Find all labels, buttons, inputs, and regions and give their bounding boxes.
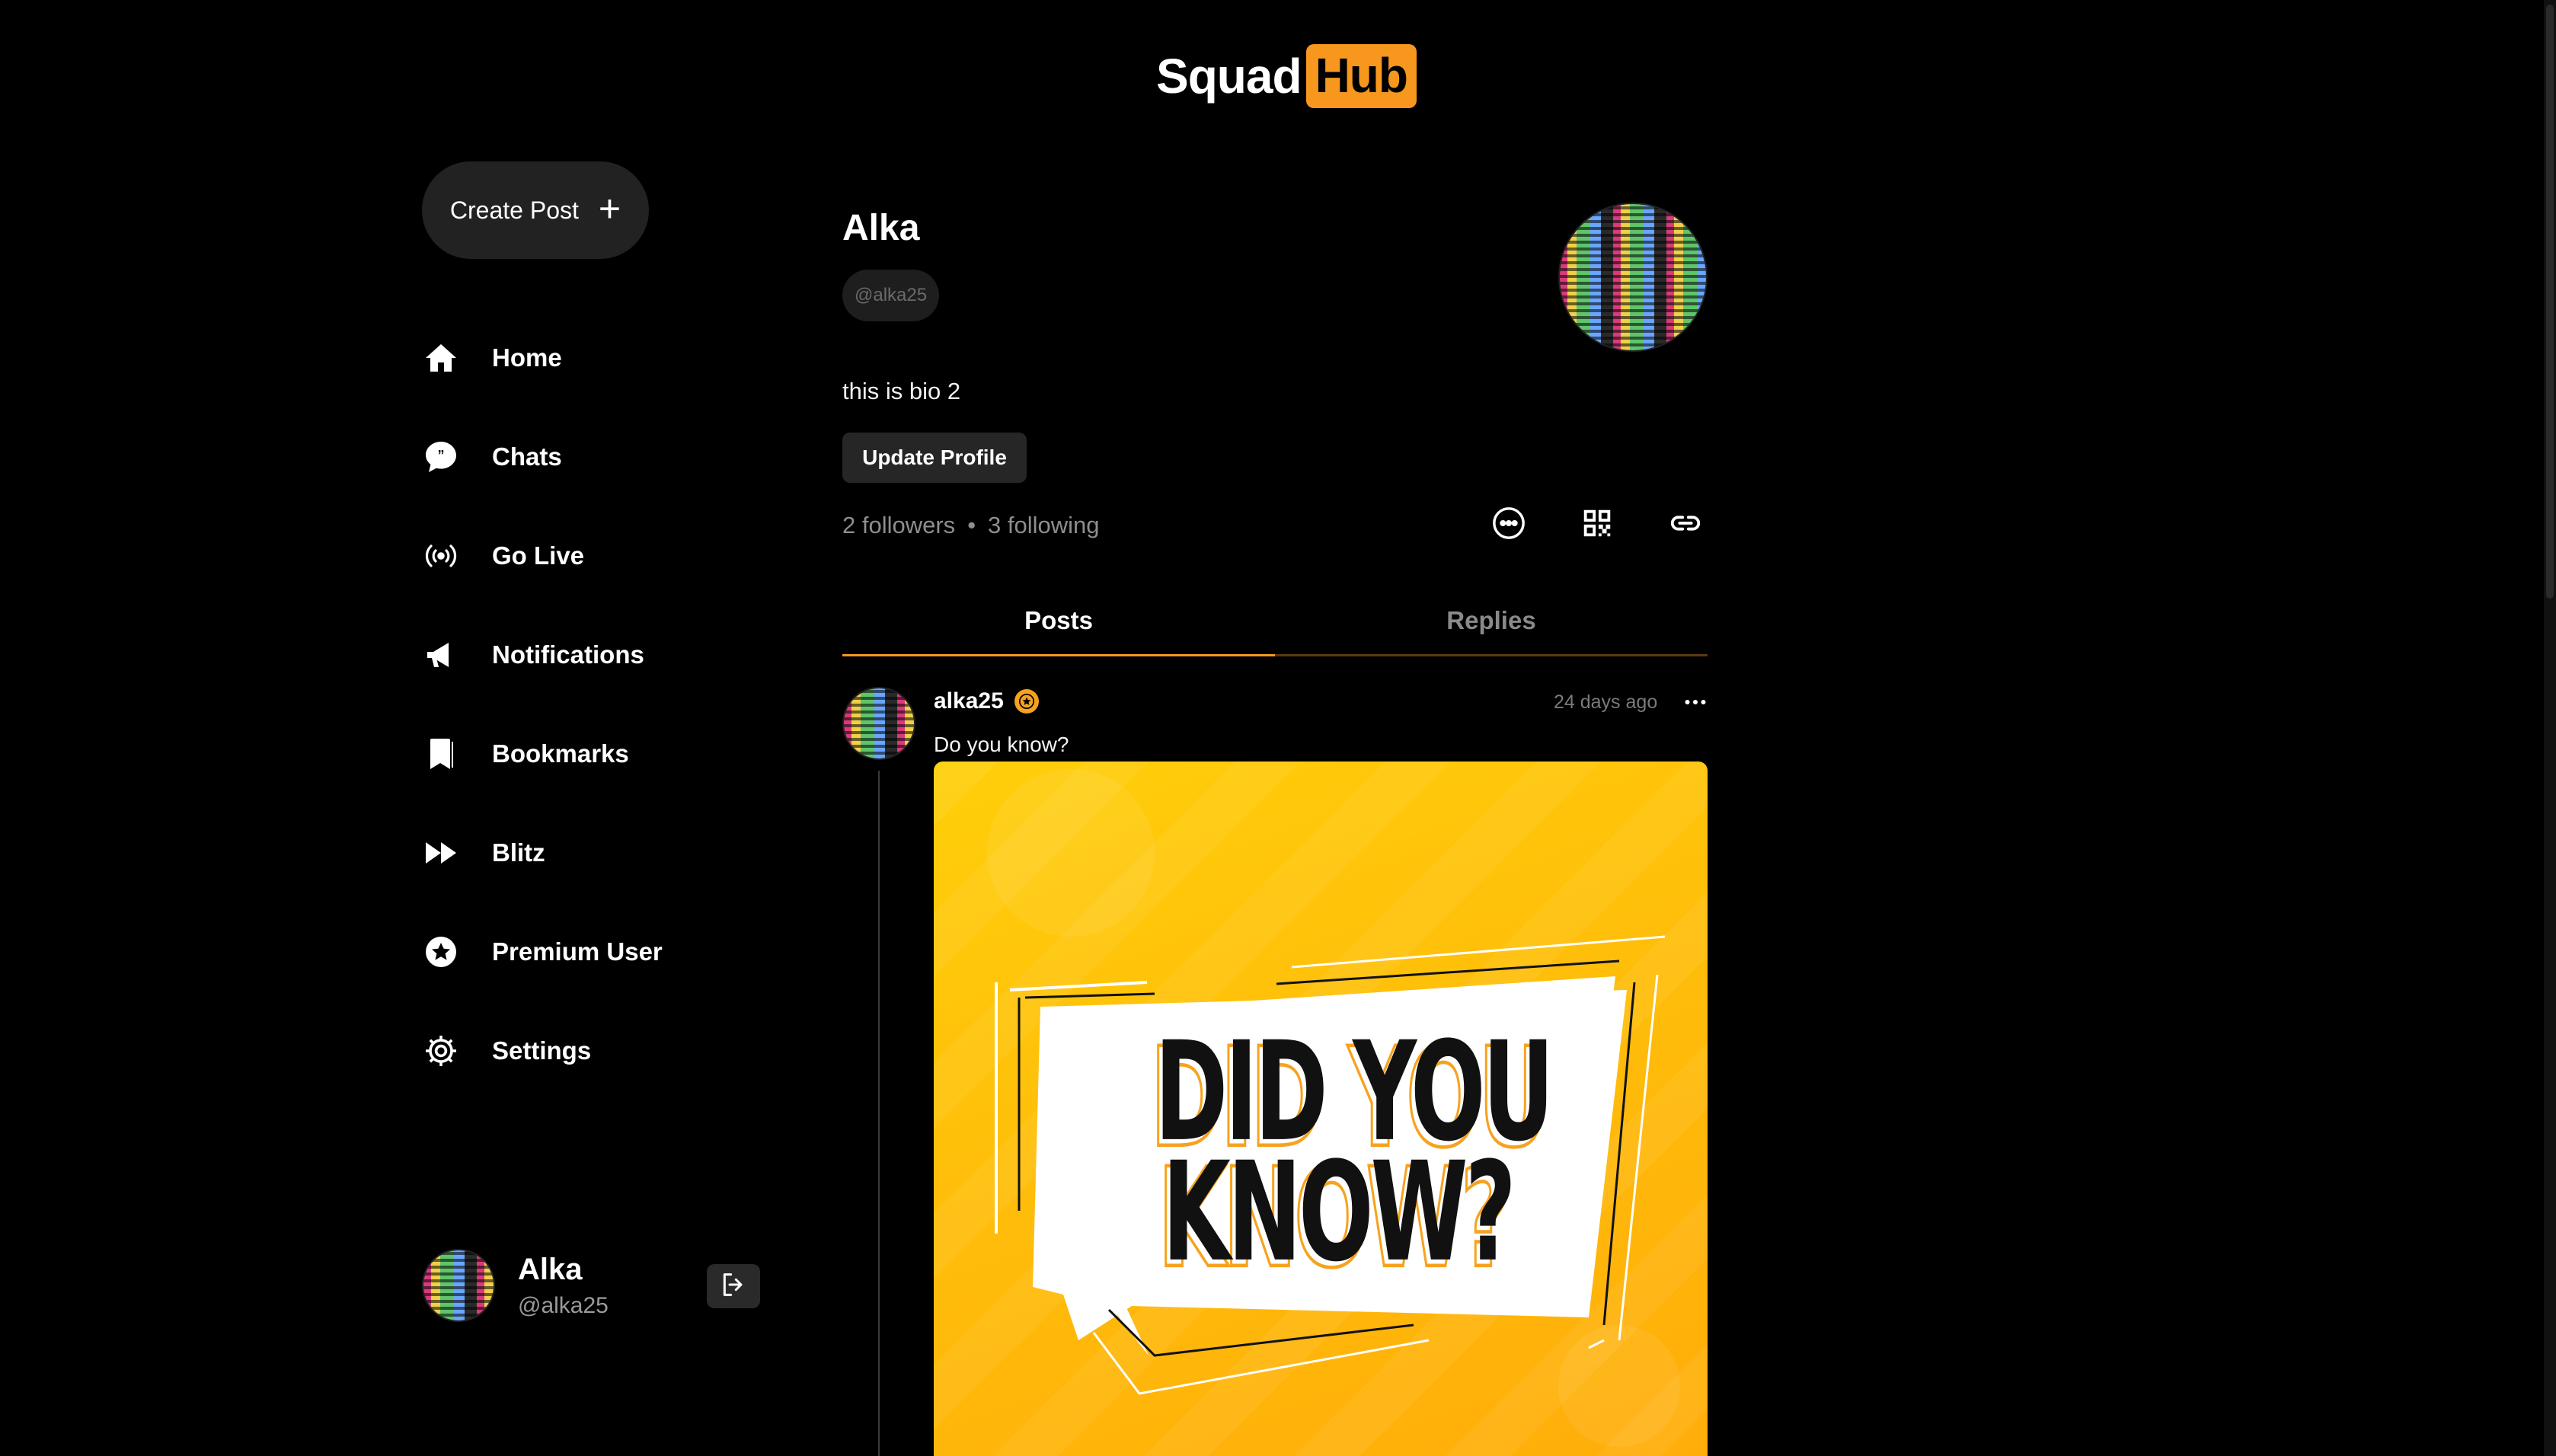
sidebar-nav: Home ” Chats Go Live Notifications Bookm… [422,308,663,1100]
post-more-icon[interactable] [1682,688,1709,716]
sidebar-item-label: Go Live [492,541,585,570]
app-logo[interactable]: Squad Hub [1156,44,1417,108]
post-text: Do you know? [934,733,1069,756]
sidebar-item-label: Home [492,343,562,372]
following-link[interactable]: 3 following [988,512,1099,539]
star-badge-icon [422,933,460,971]
sidebar-item-label: Settings [492,1036,592,1065]
sidebar-item-blitz[interactable]: Blitz [422,803,663,902]
post-username: alka25 [934,688,1004,714]
profile-actions [1491,506,1703,541]
logout-button[interactable] [707,1264,760,1308]
profile-tabs: Posts Replies [842,586,1708,656]
current-user-name: Alka [518,1252,583,1286]
bookmark-icon [422,735,460,773]
sidebar-item-chats[interactable]: ” Chats [422,407,663,506]
tab-replies[interactable]: Replies [1275,586,1708,656]
sidebar-item-label: Bookmarks [492,739,629,768]
broadcast-icon [422,537,460,575]
megaphone-icon [422,636,460,674]
post-timestamp: 24 days ago [1554,691,1658,713]
plus-icon: + [598,187,621,230]
follow-separator: • [967,512,976,538]
fast-forward-icon [422,834,460,872]
profile-avatar[interactable] [1558,203,1708,352]
sidebar-item-bookmarks[interactable]: Bookmarks [422,704,663,803]
gear-icon [422,1032,460,1070]
followers-link[interactable]: 2 followers [842,512,955,539]
sidebar-item-go-live[interactable]: Go Live [422,506,663,605]
sidebar-item-label: Notifications [492,640,644,669]
chat-icon: ” [422,438,460,476]
logo-text-squad: Squad [1156,49,1302,104]
home-icon [422,339,460,377]
thread-line [878,771,880,1456]
create-post-button[interactable]: Create Post + [422,161,649,259]
sidebar-item-label: Chats [492,442,562,471]
post-author[interactable]: alka25 [934,688,1039,714]
sidebar-item-notifications[interactable]: Notifications [422,605,663,704]
sidebar-item-settings[interactable]: Settings [422,1001,663,1100]
page-scrollbar[interactable] [2544,0,2556,1456]
link-icon[interactable] [1668,506,1703,541]
scrollbar-thumb[interactable] [2546,5,2554,599]
sidebar-item-premium-user[interactable]: Premium User [422,902,663,1001]
current-user-card[interactable]: Alka @alka25 [422,1249,609,1322]
qr-code-icon[interactable] [1580,506,1615,541]
create-post-label: Create Post [449,196,579,224]
profile-handle-chip: @alka25 [842,270,940,321]
did-you-know-text: DID YOU DID YOU KNOW? KNOW? [934,762,1708,1456]
sidebar-item-label: Blitz [492,838,545,867]
headline-line-2: KNOW? [1162,1133,1516,1293]
logo-text-hub: Hub [1305,44,1417,108]
avatar [422,1249,495,1322]
post-image[interactable]: DID YOU DID YOU KNOW? KNOW? [934,762,1708,1456]
svg-text:”: ” [438,448,445,463]
update-profile-button[interactable]: Update Profile [842,433,1027,483]
profile-name: Alka [842,208,920,248]
more-options-icon[interactable] [1491,506,1526,541]
follow-stats: 2 followers • 3 following [842,512,1100,539]
current-user-handle: @alka25 [518,1292,609,1318]
logout-icon [718,1269,749,1304]
sidebar-item-label: Premium User [492,937,663,966]
post-author-avatar[interactable] [842,687,915,760]
premium-badge-icon [1014,689,1039,714]
profile-bio: this is bio 2 [842,378,961,404]
sidebar-item-home[interactable]: Home [422,308,663,407]
tab-posts[interactable]: Posts [842,586,1275,656]
